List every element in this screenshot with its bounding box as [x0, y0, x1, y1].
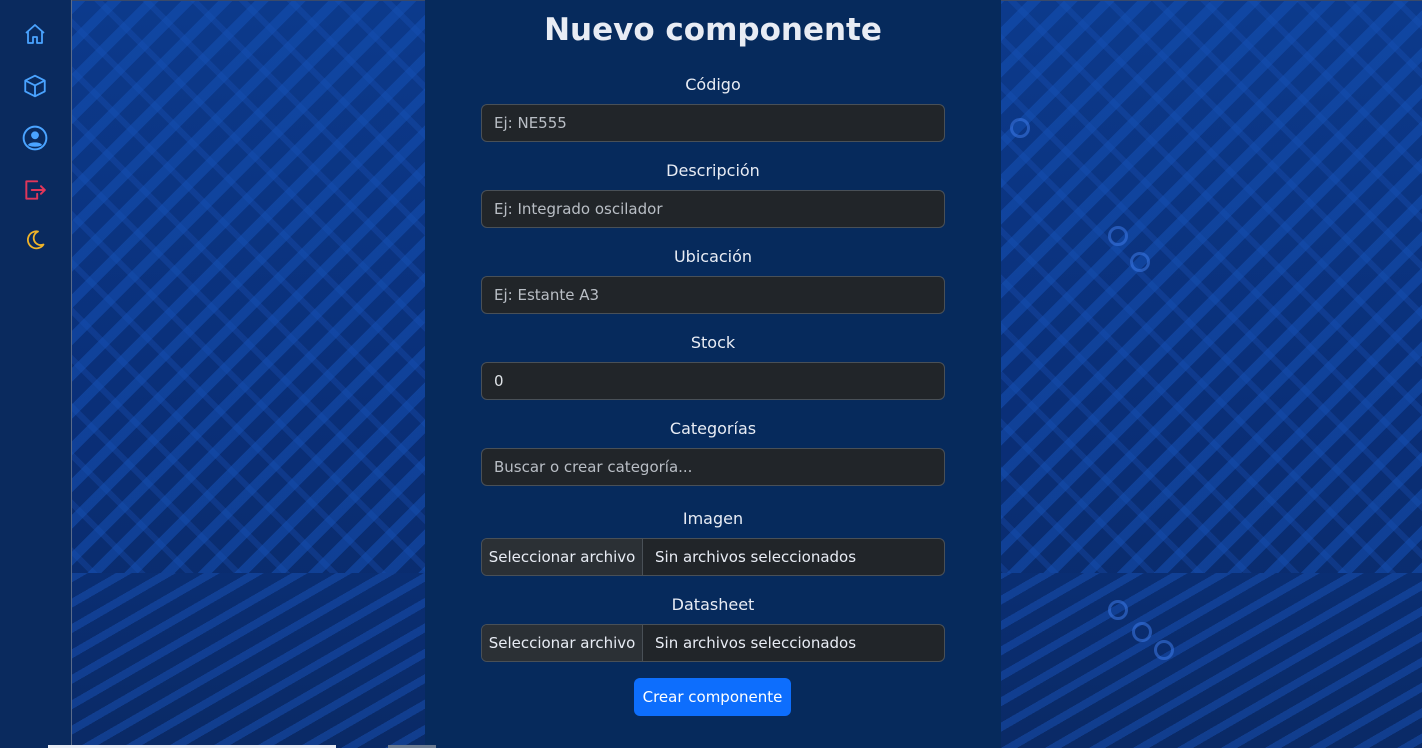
sidebar-item-components[interactable] [17, 70, 53, 106]
datasheet-select-file-button[interactable]: Seleccionar archivo [482, 625, 643, 661]
create-component-button[interactable]: Crear componente [634, 678, 791, 716]
image-label: Imagen [682, 509, 744, 528]
circuit-pad [1132, 622, 1152, 642]
location-label: Ubicación [673, 247, 753, 266]
sidebar-item-profile[interactable] [17, 122, 53, 158]
stock-label: Stock [690, 333, 736, 352]
circuit-pad [1108, 226, 1128, 246]
code-label: Código [685, 75, 741, 94]
moon-icon [23, 228, 47, 257]
circuit-pad [1130, 252, 1150, 272]
sidebar-item-theme[interactable] [17, 224, 53, 260]
location-input[interactable] [481, 276, 945, 314]
logout-icon [22, 177, 48, 208]
circuit-pad [1108, 600, 1128, 620]
new-component-panel: Nuevo componente Código Descripción Ubic… [425, 0, 1001, 748]
image-select-file-button[interactable]: Seleccionar archivo [482, 539, 643, 575]
categories-search-input[interactable] [481, 448, 945, 486]
description-label: Descripción [666, 161, 760, 180]
image-file-input[interactable]: Seleccionar archivo Sin archivos selecci… [481, 538, 945, 576]
stock-input[interactable] [481, 362, 945, 400]
description-input[interactable] [481, 190, 945, 228]
datasheet-label: Datasheet [671, 595, 755, 614]
code-input[interactable] [481, 104, 945, 142]
categories-label: Categorías [669, 419, 757, 438]
datasheet-file-input[interactable]: Seleccionar archivo Sin archivos selecci… [481, 624, 945, 662]
sidebar [0, 0, 72, 748]
datasheet-file-status: Sin archivos seleccionados [655, 634, 857, 652]
home-icon [23, 22, 47, 51]
page-title: Nuevo componente [544, 12, 882, 48]
circuit-pad [1154, 640, 1174, 660]
image-file-status: Sin archivos seleccionados [655, 548, 857, 566]
circuit-pad [1010, 118, 1030, 138]
sidebar-item-home[interactable] [17, 18, 53, 54]
user-circle-icon [22, 125, 48, 156]
sidebar-item-logout[interactable] [17, 174, 53, 210]
box-icon [22, 73, 48, 104]
